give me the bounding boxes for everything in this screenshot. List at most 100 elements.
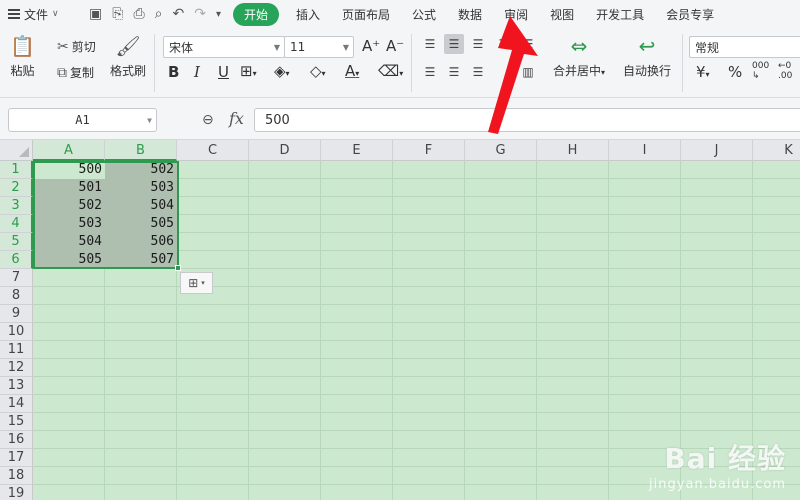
increase-decimal-button[interactable]: ←0.00 — [778, 61, 792, 81]
font-color-icon[interactable]: A▾ — [345, 62, 359, 80]
thousands-button[interactable]: 000 ↳ — [752, 61, 769, 81]
row-header-2[interactable]: 2 — [0, 179, 33, 197]
align-center-icon[interactable]: ☰ — [444, 62, 464, 82]
number-format-select[interactable]: 常规 — [689, 36, 800, 58]
save-icon[interactable]: ▣ — [89, 6, 102, 22]
redo-icon[interactable]: ↷ — [194, 6, 206, 22]
paste-options-button[interactable]: ⊞ ▾ — [180, 272, 213, 294]
row-header-16[interactable]: 16 — [0, 431, 33, 449]
tab-home[interactable]: 开始 — [232, 2, 279, 26]
align-left-icon[interactable]: ☰ — [420, 62, 440, 82]
tab-formulas[interactable]: 公式 — [401, 6, 447, 23]
cell-a1[interactable]: 500 — [33, 161, 105, 179]
column-header-b[interactable]: B — [105, 140, 177, 161]
tab-page-layout[interactable]: 页面布局 — [331, 6, 401, 23]
row-header-3[interactable]: 3 — [0, 197, 33, 215]
currency-button[interactable]: ¥▾ — [696, 63, 710, 81]
cell-b5[interactable]: 506 — [105, 233, 177, 251]
column-header-g[interactable]: G — [465, 140, 537, 161]
cell-b2[interactable]: 503 — [105, 179, 177, 197]
borders-icon[interactable]: ⊞▾ — [240, 62, 257, 80]
cell-a5[interactable]: 504 — [33, 233, 105, 251]
fill-color-icon[interactable]: ◈▾ — [274, 62, 290, 80]
decrease-font-icon[interactable]: A⁻ — [386, 37, 404, 55]
cell-b6[interactable]: 507 — [105, 251, 177, 269]
file-menu[interactable]: 文件 ∨ — [0, 6, 85, 23]
row-header-18[interactable]: 18 — [0, 467, 33, 485]
column-header-a[interactable]: A — [33, 140, 105, 161]
column-header-e[interactable]: E — [321, 140, 393, 161]
eraser-icon[interactable]: ⌫▾ — [378, 62, 403, 80]
customize-dropdown-icon[interactable]: ▾ — [216, 9, 221, 20]
align-middle-icon[interactable]: ☰ — [444, 34, 464, 54]
name-box[interactable]: A1 ▼ — [8, 108, 157, 132]
fill-handle[interactable] — [175, 265, 181, 271]
row-header-8[interactable]: 8 — [0, 287, 33, 305]
italic-button[interactable]: I — [194, 63, 200, 81]
bold-button[interactable]: B — [168, 63, 179, 81]
cell-b4[interactable]: 505 — [105, 215, 177, 233]
copy-button[interactable]: ⧉ 复制 — [57, 64, 94, 81]
column-header-f[interactable]: F — [393, 140, 465, 161]
wrap-text-button[interactable]: ↩ 自动换行 — [623, 34, 671, 79]
gridline-vertical — [464, 161, 465, 500]
column-header-k[interactable]: K — [753, 140, 800, 161]
row-header-17[interactable]: 17 — [0, 449, 33, 467]
increase-font-icon[interactable]: A⁺ — [362, 37, 380, 55]
font-size-select[interactable]: 11 ▼ — [284, 36, 354, 58]
gridline-vertical — [392, 161, 393, 500]
font-name-select[interactable]: 宋体 ▼ — [163, 36, 285, 58]
column-header-i[interactable]: I — [609, 140, 681, 161]
select-all-corner[interactable] — [0, 140, 33, 161]
row-header-14[interactable]: 14 — [0, 395, 33, 413]
row-header-4[interactable]: 4 — [0, 215, 33, 233]
row-header-13[interactable]: 13 — [0, 377, 33, 395]
cell-a6[interactable]: 505 — [33, 251, 105, 269]
row-header-19[interactable]: 19 — [0, 485, 33, 500]
merge-center-button[interactable]: ⇔ 合并居中▾ — [553, 34, 605, 79]
column-header-d[interactable]: D — [249, 140, 321, 161]
row-header-7[interactable]: 7 — [0, 269, 33, 287]
export-icon[interactable]: ⎘ — [112, 6, 123, 22]
cell-style-icon[interactable]: ◇▾ — [310, 62, 326, 80]
merge-cells-icon: ⇔ — [570, 34, 588, 58]
tab-insert[interactable]: 插入 — [285, 6, 331, 23]
spreadsheet-grid[interactable]: A B C D E F G H I J K 1 2 3 4 5 6 7 8 9 10 11 12 13 14 15 16 17 18 19… — [0, 140, 800, 500]
paste-button[interactable]: 📋 粘贴 — [10, 34, 35, 79]
column-header-j[interactable]: J — [681, 140, 753, 161]
chevron-down-icon: ▼ — [342, 42, 349, 52]
cell-b3[interactable]: 504 — [105, 197, 177, 215]
cut-button[interactable]: ✂ 剪切 — [57, 38, 96, 55]
format-painter-label: 格式刷 — [110, 64, 147, 78]
percent-button[interactable]: % — [728, 63, 742, 81]
column-header-h[interactable]: H — [537, 140, 609, 161]
zoom-icon[interactable]: ⊖ — [202, 112, 214, 128]
row-header-6[interactable]: 6 — [0, 251, 33, 269]
divider — [682, 34, 683, 92]
row-header-9[interactable]: 9 — [0, 305, 33, 323]
column-header-c[interactable]: C — [177, 140, 249, 161]
underline-button[interactable]: U — [218, 63, 229, 81]
row-header-1[interactable]: 1 — [0, 161, 33, 179]
cell-b1[interactable]: 502 — [105, 161, 177, 179]
print-icon[interactable]: ⎙ — [133, 6, 144, 22]
function-icon[interactable]: fx — [229, 109, 244, 128]
tab-developer[interactable]: 开发工具 — [585, 6, 655, 23]
print-preview-icon[interactable]: ⌕ — [155, 6, 163, 22]
gridline-vertical — [248, 161, 249, 500]
cell-a2[interactable]: 501 — [33, 179, 105, 197]
row-header-5[interactable]: 5 — [0, 233, 33, 251]
align-top-icon[interactable]: ☰ — [420, 34, 440, 54]
cell-a3[interactable]: 502 — [33, 197, 105, 215]
cell-a4[interactable]: 503 — [33, 215, 105, 233]
row-header-12[interactable]: 12 — [0, 359, 33, 377]
row-header-15[interactable]: 15 — [0, 413, 33, 431]
row-header-11[interactable]: 11 — [0, 341, 33, 359]
font-name-value: 宋体 — [169, 40, 194, 55]
format-painter-button[interactable]: 🖌 格式刷 — [110, 34, 146, 79]
tab-member[interactable]: 会员专享 — [655, 6, 725, 23]
undo-icon[interactable]: ↶ — [172, 6, 184, 22]
chevron-down-icon: ▼ — [147, 115, 152, 125]
row-header-10[interactable]: 10 — [0, 323, 33, 341]
gridline-horizontal — [33, 394, 800, 395]
